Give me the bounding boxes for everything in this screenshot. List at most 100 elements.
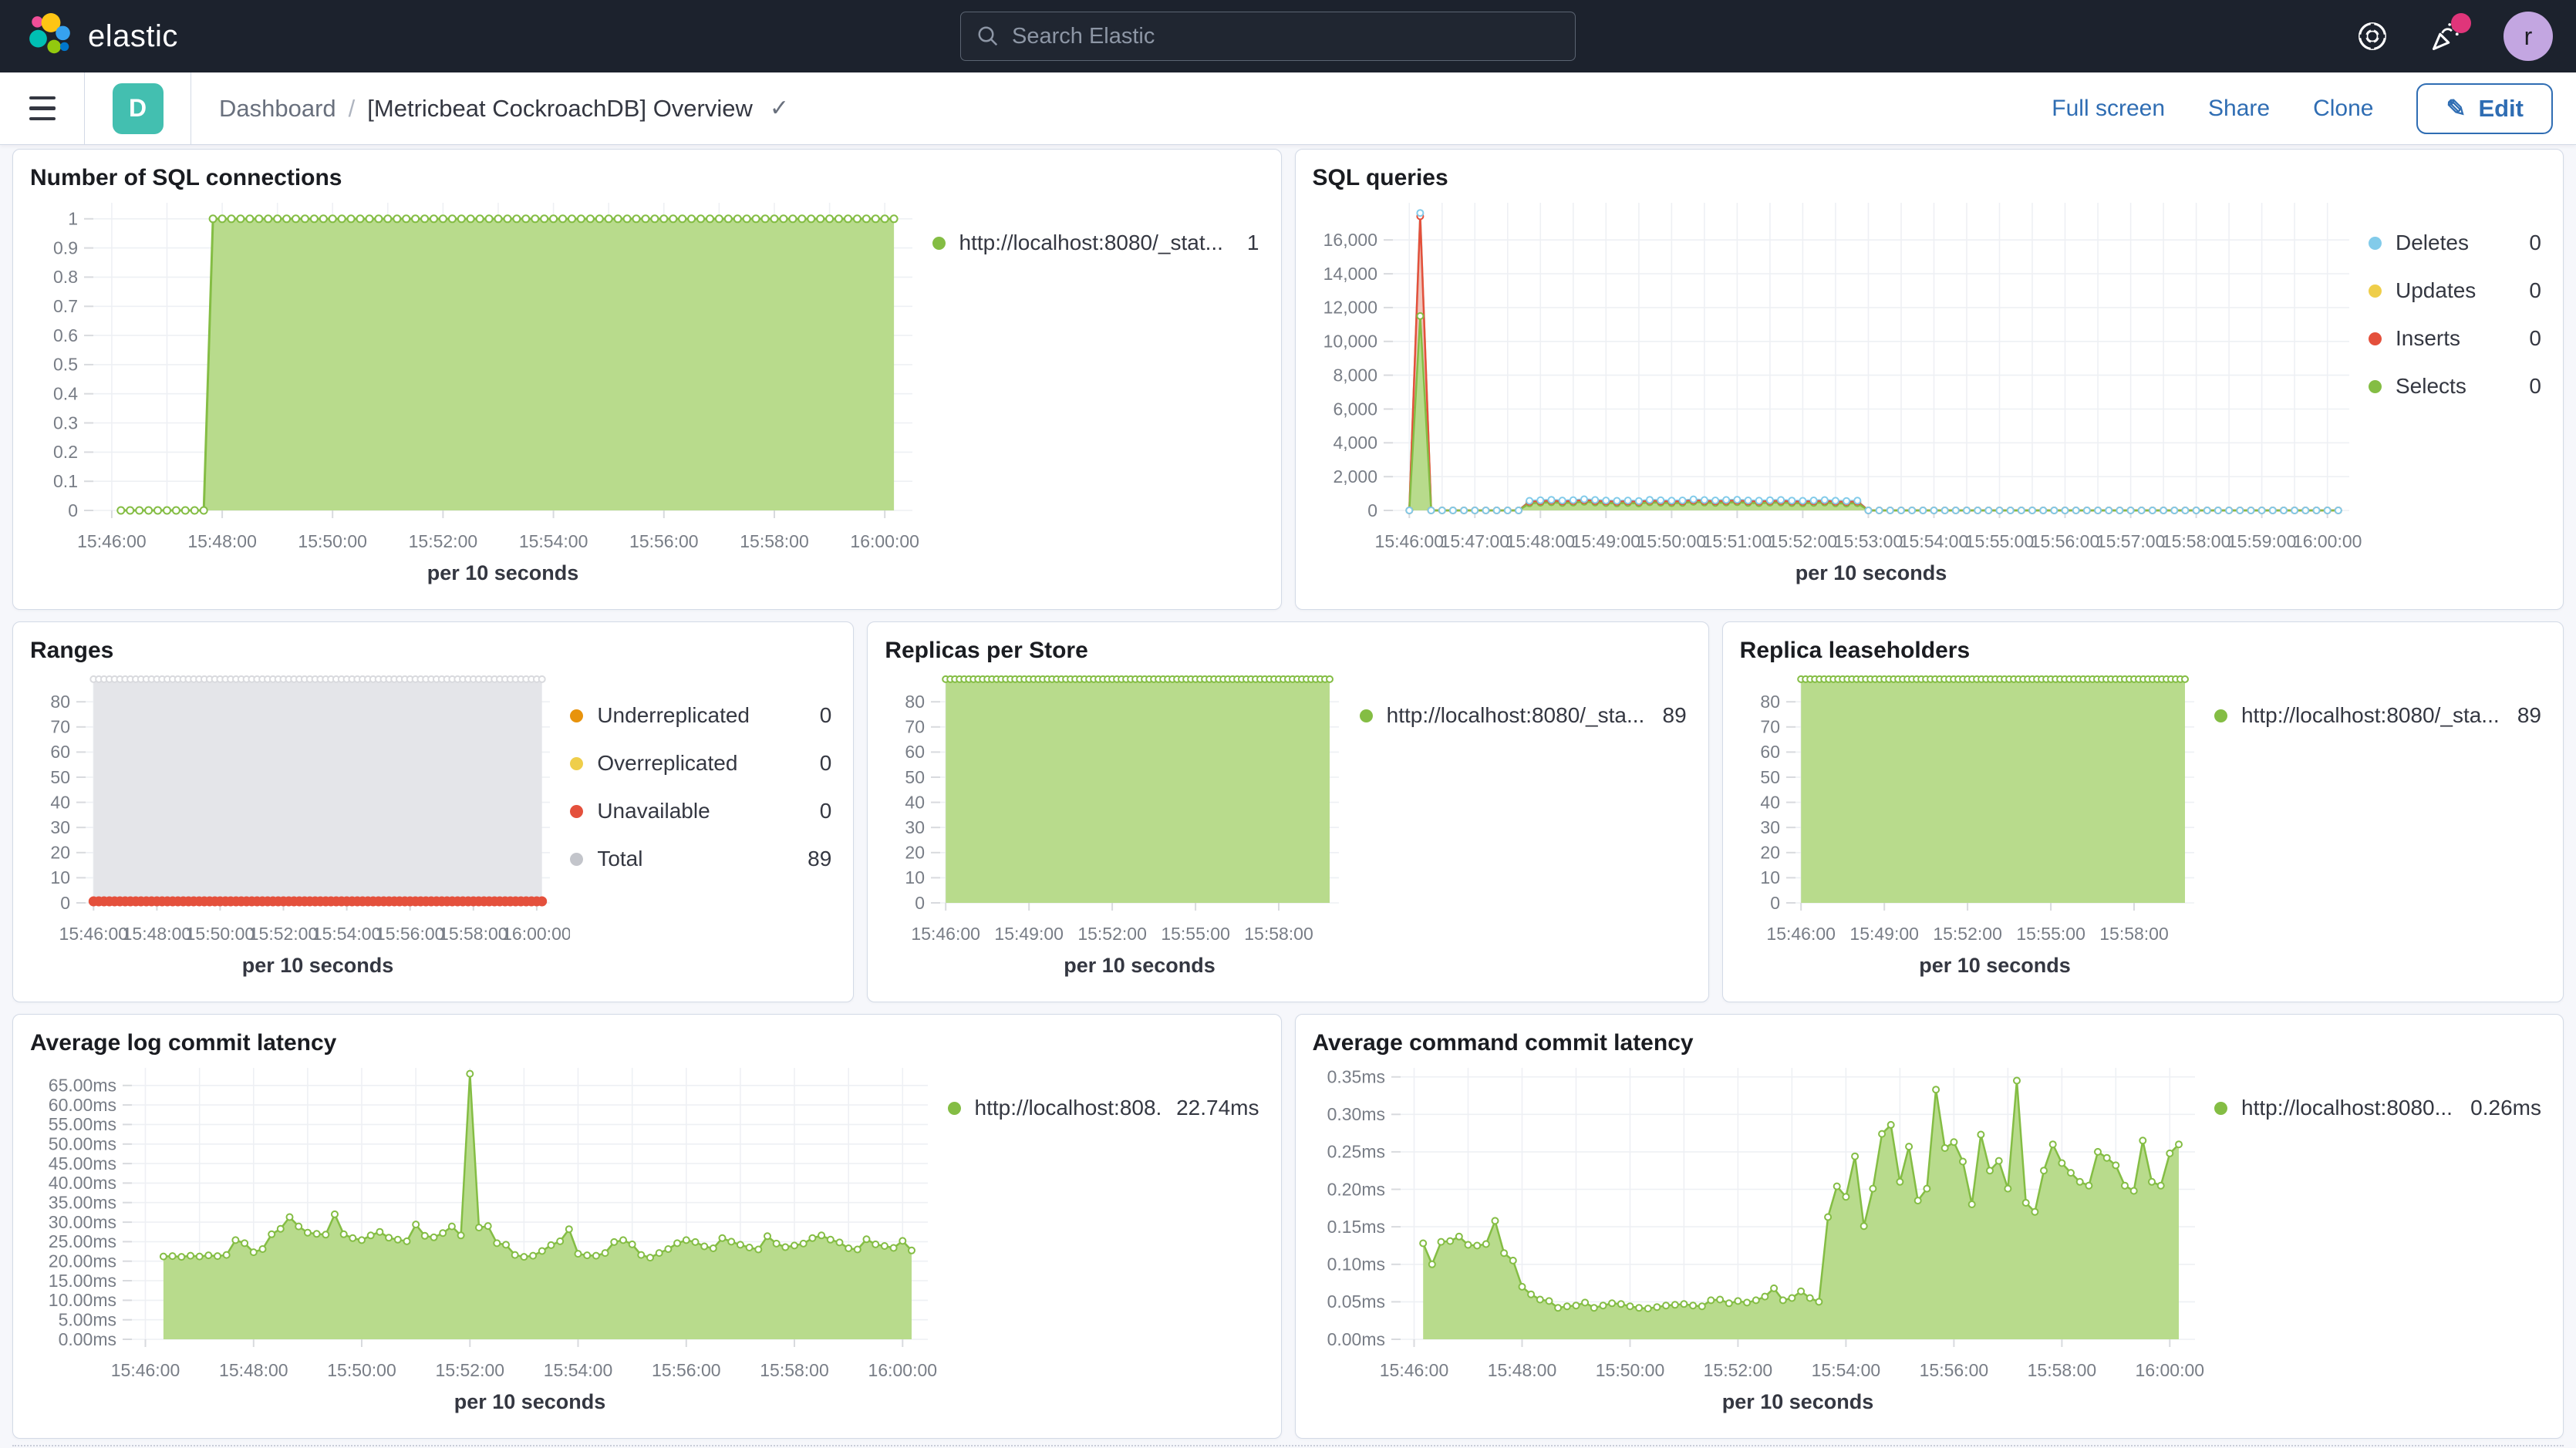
svg-text:50: 50 xyxy=(1760,767,1780,787)
legend-item[interactable]: http://localhost:808...22.74ms xyxy=(948,1096,1259,1120)
legend-item[interactable]: http://localhost:8080/_stat...1 xyxy=(932,231,1259,255)
svg-text:15:56:00: 15:56:00 xyxy=(2030,531,2099,551)
svg-text:80: 80 xyxy=(50,692,70,712)
svg-text:60: 60 xyxy=(50,742,70,762)
legend-label: http://localhost:8080... xyxy=(2241,1096,2453,1120)
replica-leaseholders-chart[interactable]: 0102030405060708015:46:0015:49:0015:52:0… xyxy=(1740,663,2214,994)
checkmark-icon[interactable]: ✓ xyxy=(770,95,789,122)
panel-log-commit-latency: Average log commit latency 0.00ms5.00ms1… xyxy=(12,1014,1282,1439)
ranges-chart[interactable]: 0102030405060708015:46:0015:48:0015:50:0… xyxy=(30,663,570,994)
user-avatar[interactable]: r xyxy=(2504,12,2553,61)
elastic-logo[interactable]: elastic xyxy=(26,12,178,60)
chart-legend: http://localhost:8080/_stat...1 xyxy=(932,190,1264,601)
panel-sql-queries: SQL queries 02,0004,0006,0008,00010,0001… xyxy=(1295,149,2564,610)
svg-text:15:49:00: 15:49:00 xyxy=(995,924,1064,944)
panel-sql-connections: Number of SQL connections 00.10.20.30.40… xyxy=(12,149,1282,610)
replicas-per-store-chart[interactable]: 0102030405060708015:46:0015:49:0015:52:0… xyxy=(885,663,1359,994)
svg-text:15:58:00: 15:58:00 xyxy=(439,924,508,944)
legend-label: http://localhost:8080/_sta... xyxy=(1387,703,1645,728)
svg-text:15:56:00: 15:56:00 xyxy=(629,531,699,551)
legend-label: Total xyxy=(597,847,642,871)
legend-label: Selects xyxy=(2396,374,2466,399)
svg-text:0.15ms: 0.15ms xyxy=(1327,1217,1384,1237)
panel-replica-leaseholders: Replica leaseholders 0102030405060708015… xyxy=(1722,621,2564,1002)
full-screen-button[interactable]: Full screen xyxy=(2052,96,2165,122)
legend-dot-icon xyxy=(2369,332,2382,345)
svg-text:15:52:00: 15:52:00 xyxy=(1078,924,1148,944)
legend-item[interactable]: Overreplicated0 xyxy=(570,751,831,776)
svg-text:12,000: 12,000 xyxy=(1323,298,1377,318)
legend-item[interactable]: Updates 0 xyxy=(2369,278,2541,303)
legend-item[interactable]: http://localhost:8080/_sta...89 xyxy=(2214,703,2541,728)
legend-dot-icon xyxy=(932,237,946,250)
chart-legend: Deletes0 Updates 0 Inserts0 Selects0 xyxy=(2369,190,2546,601)
legend-item[interactable]: Deletes0 xyxy=(2369,231,2541,255)
svg-text:16:00:00: 16:00:00 xyxy=(868,1360,938,1380)
hamburger-menu-icon[interactable] xyxy=(0,72,85,145)
news-feed-icon[interactable] xyxy=(2429,19,2463,53)
clone-button[interactable]: Clone xyxy=(2313,96,2373,122)
legend-label: Unavailable xyxy=(597,799,710,823)
chart-legend: http://localhost:808...22.74ms xyxy=(948,1056,1264,1430)
sql-queries-chart[interactable]: 02,0004,0006,0008,00010,00012,00014,0001… xyxy=(1313,190,2369,601)
edit-button[interactable]: ✎ Edit xyxy=(2416,83,2553,134)
svg-text:0.4: 0.4 xyxy=(53,384,78,404)
svg-text:35.00ms: 35.00ms xyxy=(49,1193,116,1213)
legend-item[interactable]: http://localhost:8080...0.26ms xyxy=(2214,1096,2541,1120)
svg-text:15:54:00: 15:54:00 xyxy=(312,924,382,944)
svg-text:15:48:00: 15:48:00 xyxy=(123,924,192,944)
legend-item[interactable]: Unavailable 0 xyxy=(570,799,831,823)
search-input[interactable] xyxy=(1012,24,1559,49)
chart-legend: http://localhost:8080/_sta...89 xyxy=(1360,663,1691,994)
panel-title: Average command commit latency xyxy=(1313,1030,2547,1056)
svg-text:per 10 seconds: per 10 seconds xyxy=(1064,954,1216,977)
svg-text:15:50:00: 15:50:00 xyxy=(1595,1360,1664,1380)
legend-label: Updates xyxy=(2396,278,2476,303)
svg-text:15:46:00: 15:46:00 xyxy=(1379,1360,1448,1380)
legend-item[interactable]: http://localhost:8080/_sta...89 xyxy=(1360,703,1687,728)
svg-text:15:58:00: 15:58:00 xyxy=(2027,1360,2096,1380)
legend-value: 0 xyxy=(2529,278,2541,303)
share-button[interactable]: Share xyxy=(2208,96,2270,122)
elastic-logo-icon xyxy=(26,12,74,60)
legend-dot-icon xyxy=(570,805,583,818)
breadcrumb-separator: / xyxy=(349,95,356,123)
svg-text:60: 60 xyxy=(1760,742,1780,762)
dashboard-grid: Number of SQL connections 00.10.20.30.40… xyxy=(0,145,2576,1439)
legend-label: Inserts xyxy=(2396,326,2460,351)
breadcrumb-dashboard-link[interactable]: Dashboard xyxy=(219,95,336,123)
svg-text:15:46:00: 15:46:00 xyxy=(1374,531,1444,551)
legend-label: Underreplicated xyxy=(597,703,750,728)
dashboard-app-badge[interactable]: D xyxy=(113,83,164,134)
legend-item[interactable]: Total89 xyxy=(570,847,831,871)
legend-item[interactable]: Selects0 xyxy=(2369,374,2541,399)
svg-text:per 10 seconds: per 10 seconds xyxy=(454,1390,606,1413)
legend-value: 0 xyxy=(820,799,832,823)
svg-text:0.2: 0.2 xyxy=(53,442,78,462)
legend-dot-icon xyxy=(2214,709,2227,722)
svg-text:30: 30 xyxy=(1760,817,1780,837)
global-search[interactable] xyxy=(960,12,1576,61)
legend-dot-icon xyxy=(570,757,583,770)
command-commit-latency-chart[interactable]: 0.00ms0.05ms0.10ms0.15ms0.20ms0.25ms0.30… xyxy=(1313,1056,2215,1430)
sql-connections-chart[interactable]: 00.10.20.30.40.50.60.70.80.9115:46:0015:… xyxy=(30,190,932,601)
legend-item[interactable]: Inserts0 xyxy=(2369,326,2541,351)
log-commit-latency-chart[interactable]: 0.00ms5.00ms10.00ms15.00ms20.00ms25.00ms… xyxy=(30,1056,948,1430)
svg-text:15:48:00: 15:48:00 xyxy=(1487,1360,1556,1380)
legend-label: Deletes xyxy=(2396,231,2469,255)
svg-text:60: 60 xyxy=(905,742,926,762)
svg-text:8,000: 8,000 xyxy=(1333,365,1377,385)
svg-text:40: 40 xyxy=(50,792,70,812)
svg-text:per 10 seconds: per 10 seconds xyxy=(1795,561,1947,584)
svg-text:80: 80 xyxy=(905,692,926,712)
svg-text:70: 70 xyxy=(50,717,70,737)
legend-dot-icon xyxy=(570,853,583,866)
svg-text:15:55:00: 15:55:00 xyxy=(1964,531,2034,551)
svg-text:20.00ms: 20.00ms xyxy=(49,1251,116,1271)
help-icon[interactable] xyxy=(2355,19,2389,53)
legend-item[interactable]: Underreplicated0 xyxy=(570,703,831,728)
panel-title: Number of SQL connections xyxy=(30,165,1264,190)
svg-text:4,000: 4,000 xyxy=(1333,433,1377,453)
panel-title: Ranges xyxy=(30,638,836,663)
svg-text:15:58:00: 15:58:00 xyxy=(2099,924,2169,944)
